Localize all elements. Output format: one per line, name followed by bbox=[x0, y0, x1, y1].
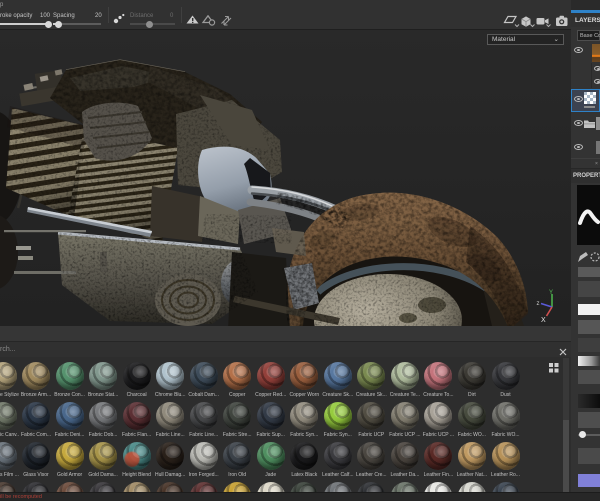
svg-text:Y: Y bbox=[549, 290, 553, 296]
svg-text:X: X bbox=[541, 317, 546, 324]
svg-text:z: z bbox=[537, 301, 540, 307]
